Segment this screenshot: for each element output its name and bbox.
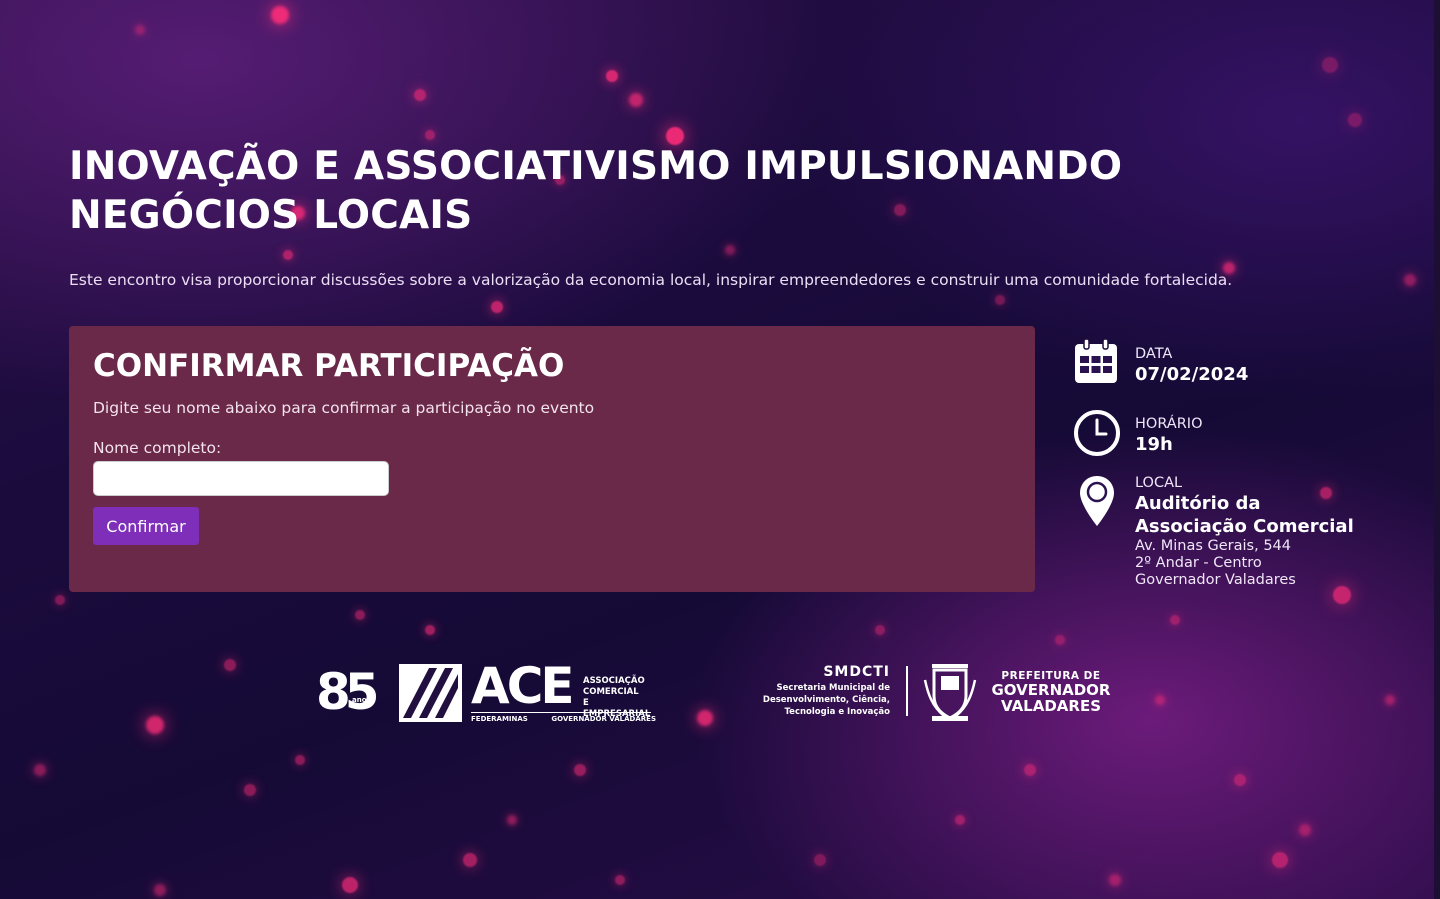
ace-85-years: 85 [316, 663, 380, 721]
date-value: 07/02/2024 [1135, 364, 1249, 385]
bokeh-dot [342, 877, 358, 893]
bokeh-dot [244, 784, 256, 796]
bokeh-dot [629, 93, 643, 107]
time-value: 19h [1135, 434, 1173, 455]
clock-icon [1072, 408, 1122, 462]
bokeh-dot [606, 70, 618, 82]
city-crest-icon [923, 664, 977, 721]
page-title: INOVAÇÃO E ASSOCIATIVISMO IMPULSIONANDO … [69, 144, 1123, 238]
bokeh-dot [34, 764, 46, 776]
logo-separator [906, 666, 908, 716]
address-line-2: 2º Andar - Centro [1135, 555, 1262, 571]
confirmation-card: CONFIRMAR PARTICIPAÇÃO Digite seu nome a… [69, 326, 1035, 592]
ace-footer: FEDERAMINAS GOVERNADOR VALADARES [471, 715, 656, 723]
bokeh-dot [574, 764, 586, 776]
bokeh-dot [1155, 695, 1165, 705]
venue-line-2: Associação Comercial [1135, 516, 1354, 537]
bokeh-dot [1170, 615, 1180, 625]
calendar-icon [1072, 338, 1120, 390]
prefeitura-logo: SMDCTI Secretaria Municipal de Desenvolv… [757, 658, 1122, 724]
bokeh-dot [875, 625, 885, 635]
bokeh-dot [146, 716, 164, 734]
bokeh-dot [1234, 774, 1246, 786]
bokeh-dot [1055, 635, 1065, 645]
bokeh-dot [1385, 695, 1395, 705]
event-description: Este encontro visa proporcionar discussõ… [69, 271, 1233, 289]
bokeh-dot [1404, 274, 1416, 286]
bokeh-dot [224, 659, 236, 671]
bokeh-dot [615, 875, 625, 885]
ace-divider [471, 712, 651, 713]
name-label: Nome completo: [93, 439, 222, 457]
bokeh-dot [1299, 824, 1311, 836]
bokeh-dot [1348, 113, 1362, 127]
address-line-3: Governador Valadares [1135, 572, 1296, 588]
bokeh-dot [1322, 57, 1338, 73]
venue-line-1: Auditório da [1135, 493, 1261, 514]
bokeh-dot [491, 301, 503, 313]
confirm-button[interactable]: Confirmar [93, 507, 199, 545]
ace-subtitle: ASSOCIAÇÃO COMERCIAL E EMPRESARIAL [583, 676, 651, 719]
bokeh-dot [463, 853, 477, 867]
bokeh-dot [283, 250, 293, 260]
bokeh-dot [425, 130, 435, 140]
ace-wordmark: ACE [471, 657, 575, 715]
bokeh-dot [814, 854, 826, 866]
card-subtitle: Digite seu nome abaixo para confirmar a … [93, 399, 595, 417]
map-pin-icon [1078, 474, 1116, 532]
bokeh-dot [414, 89, 426, 101]
full-name-input[interactable] [93, 461, 389, 496]
bokeh-dot [697, 710, 713, 726]
bokeh-dot [1109, 874, 1121, 886]
card-heading: CONFIRMAR PARTICIPAÇÃO [93, 348, 565, 384]
bokeh-dot [295, 755, 305, 765]
ace-mark-icon [399, 664, 462, 722]
bokeh-dot [271, 6, 289, 24]
bokeh-dot [725, 245, 735, 255]
smdcti-description: Secretaria Municipal de Desenvolvimento,… [762, 683, 890, 717]
smdcti-block: SMDCTI Secretaria Municipal de Desenvolv… [757, 664, 890, 718]
date-label: DATA [1135, 346, 1173, 362]
prefeitura-name: PREFEITURA DE GOVERNADOR VALADARES [991, 670, 1111, 715]
address-line-1: Av. Minas Gerais, 544 [1135, 538, 1292, 554]
smdcti-title: SMDCTI [823, 664, 890, 680]
bokeh-dot [1272, 852, 1288, 868]
bokeh-dot [154, 884, 166, 896]
bokeh-dot [507, 815, 517, 825]
bokeh-dot [355, 610, 365, 620]
ace-years-caption: anos [352, 696, 371, 704]
bokeh-dot [55, 595, 65, 605]
bokeh-dot [135, 25, 145, 35]
bokeh-dot [995, 295, 1005, 305]
bokeh-dot [1024, 764, 1036, 776]
bokeh-dot [425, 625, 435, 635]
ace-logo: 85 anos ACE ASSOCIAÇÃO COMERCIAL E EMPRE… [316, 657, 656, 726]
location-label: LOCAL [1135, 475, 1183, 491]
bokeh-dot [955, 815, 965, 825]
time-label: HORÁRIO [1135, 416, 1203, 432]
